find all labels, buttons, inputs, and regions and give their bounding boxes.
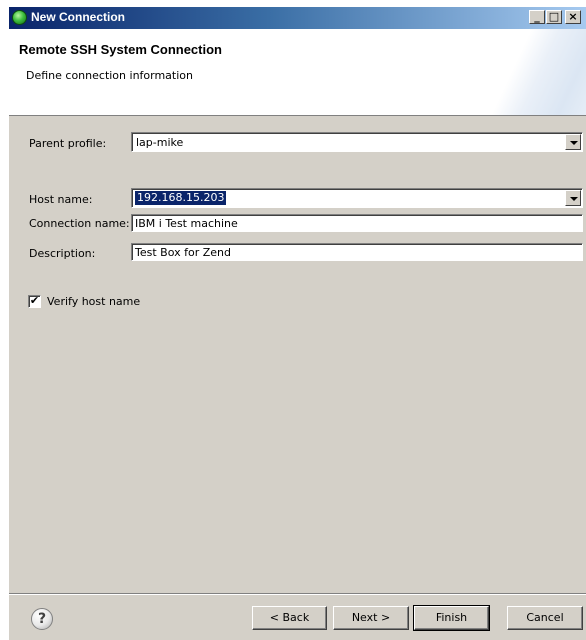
description-field[interactable]: Test Box for Zend [131, 243, 583, 261]
title-bar[interactable]: New Connection _ □ × [9, 7, 586, 29]
parent-profile-value: lap-mike [136, 136, 184, 149]
verify-host-checkbox[interactable]: ✔ [28, 295, 41, 308]
connection-name-field[interactable]: IBM i Test machine [131, 214, 583, 232]
window-title: New Connection [31, 10, 126, 24]
close-button[interactable]: × [565, 10, 581, 24]
description-label: Description: [29, 247, 96, 260]
footer-divider [9, 593, 586, 595]
host-name-label: Host name: [29, 193, 93, 206]
chevron-down-icon[interactable] [565, 134, 581, 150]
host-name-value: 192.168.15.203 [135, 191, 227, 205]
verify-host-label[interactable]: Verify host name [47, 295, 140, 308]
finish-button[interactable]: Finish [413, 605, 490, 631]
next-button[interactable]: Next > [333, 606, 409, 630]
host-name-combo[interactable]: 192.168.15.203 [131, 188, 583, 208]
back-button[interactable]: < Back [252, 606, 327, 630]
banner-graphic [446, 29, 586, 115]
maximize-button[interactable]: □ [546, 10, 562, 24]
wizard-banner: Remote SSH System Connection Define conn… [9, 29, 586, 116]
page-title: Remote SSH System Connection [19, 42, 222, 57]
parent-profile-combo[interactable]: lap-mike [131, 132, 583, 152]
minimize-button[interactable]: _ [529, 10, 545, 24]
connection-name-label: Connection name: [29, 217, 130, 230]
new-connection-dialog: New Connection _ □ × Remote SSH System C… [9, 7, 586, 640]
parent-profile-label: Parent profile: [29, 137, 107, 150]
page-description: Define connection information [26, 69, 193, 82]
chevron-down-icon[interactable] [565, 190, 581, 206]
app-icon [12, 10, 27, 25]
help-icon[interactable]: ? [31, 608, 53, 630]
cancel-button[interactable]: Cancel [507, 606, 583, 630]
